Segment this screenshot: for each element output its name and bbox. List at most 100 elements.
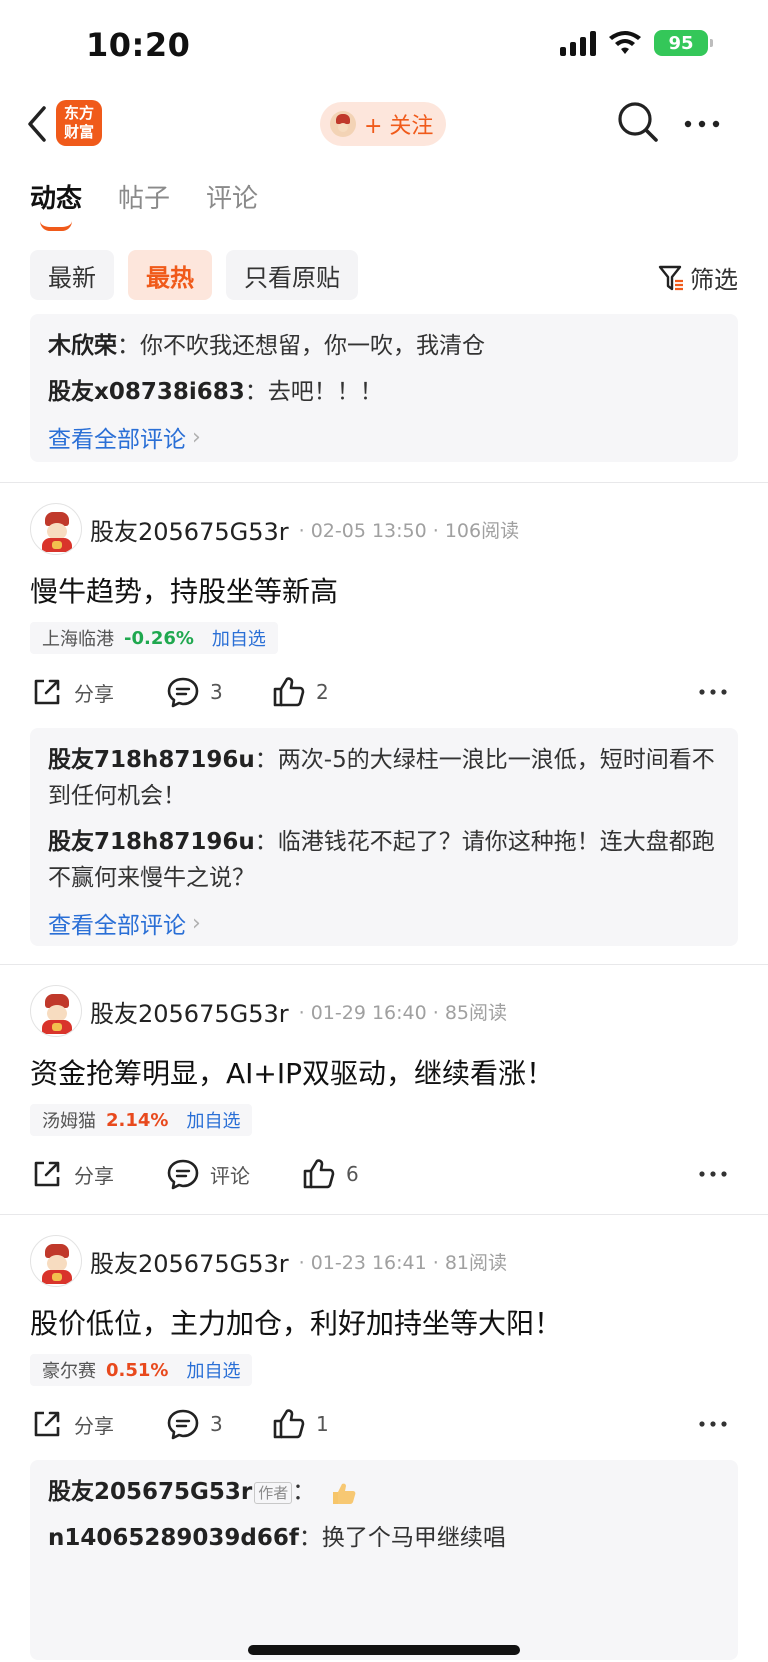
follow-avatar <box>330 111 356 137</box>
post-actions: 分享 评论 6 <box>30 1154 738 1194</box>
share-button[interactable]: 分享 <box>30 1404 114 1444</box>
view-all-label: 查看全部评论 <box>48 427 186 453</box>
wifi-icon <box>609 31 641 54</box>
comment-user[interactable]: 木欣荣 <box>48 333 117 359</box>
nav-bar: 东方 财富 + 关注 <box>0 92 768 156</box>
share-label: 分享 <box>74 681 114 706</box>
comment-user[interactable]: n14065289039d66f <box>48 1525 299 1551</box>
view-all-comments-link[interactable]: 查看全部评论 › <box>48 420 720 454</box>
app-logo-line1: 东方 <box>63 104 94 122</box>
comment-label: 评论 <box>210 1163 250 1188</box>
follow-button[interactable]: + 关注 <box>320 102 446 146</box>
battery-icon: 95 <box>654 30 713 56</box>
divider <box>0 482 768 483</box>
comment-button[interactable]: 评论 <box>166 1154 250 1194</box>
chip-original-only[interactable]: 只看原贴 <box>226 250 358 300</box>
status-time: 10:20 <box>86 26 191 64</box>
comment-user[interactable]: 股友718h87196u <box>48 829 255 855</box>
post-username[interactable]: 股友205675G53r <box>90 994 289 1029</box>
filter-chips: 最新 最热 只看原贴 <box>30 250 358 300</box>
comment-user[interactable]: 股友718h87196u <box>48 747 255 773</box>
share-label: 分享 <box>74 1413 114 1438</box>
post-card: 股友205675G53r · 02-05 13:50 · 106阅读 慢牛趋势，… <box>0 502 768 972</box>
comment-line: 股友x08738i683：去吧！！！ <box>48 374 720 410</box>
comment-button[interactable]: 3 <box>166 1404 223 1444</box>
like-count: 6 <box>346 1162 359 1186</box>
like-count: 2 <box>316 680 329 704</box>
stock-tag[interactable]: 汤姆猫 2.14% 加自选 <box>30 1104 253 1136</box>
stock-change: 2.14% <box>106 1109 169 1131</box>
comment-icon <box>167 1409 199 1440</box>
share-label: 分享 <box>74 1163 114 1188</box>
tab-label: 动态 <box>30 184 83 214</box>
tab-posts[interactable]: 帖子 <box>118 178 170 215</box>
comment-preview-box: 木欣荣：你不吹我还想留，你一吹，我清仓 股友x08738i683：去吧！！！ 查… <box>30 314 738 462</box>
post-card: 股友205675G53r · 01-29 16:40 · 85阅读 资金抢筹明显… <box>0 984 768 1214</box>
divider <box>0 1214 768 1215</box>
app-logo-line2: 财富 <box>63 123 94 141</box>
add-watchlist-button[interactable]: 加自选 <box>186 1107 240 1133</box>
more-options-icon[interactable] <box>680 114 724 134</box>
post-title[interactable]: 慢牛趋势，持股坐等新高 <box>30 570 338 610</box>
post-card: 股友205675G53r · 01-23 16:41 · 81阅读 股价低位，主… <box>0 1234 768 1660</box>
comment-text: ：你不吹我还想留，你一吹，我清仓 <box>117 333 485 359</box>
post-header: 股友205675G53r · 01-29 16:40 · 85阅读 <box>30 984 507 1038</box>
comment-count: 3 <box>210 680 223 704</box>
thumbs-up-emoji-icon <box>332 1483 355 1504</box>
post-meta: · 02-05 13:50 · 106阅读 <box>298 519 520 542</box>
comment-text: ： <box>292 1479 316 1505</box>
comment-user[interactable]: 股友205675G53r <box>48 1479 252 1505</box>
status-icons: 95 <box>560 30 713 56</box>
tab-dynamics[interactable]: 动态 <box>30 178 83 231</box>
comment-preview-box: 股友718h87196u：两次-5的大绿柱一浪比一浪低，短时间看不到任何机会！ … <box>30 728 738 946</box>
stock-change: -0.26% <box>124 627 194 649</box>
comment-line: 股友718h87196u：两次-5的大绿柱一浪比一浪低，短时间看不到任何机会！ <box>48 742 720 814</box>
stock-name: 豪尔赛 <box>42 1361 96 1382</box>
add-watchlist-button[interactable]: 加自选 <box>186 1357 240 1383</box>
more-options-icon[interactable] <box>698 1412 728 1436</box>
post-meta: · 01-23 16:41 · 81阅读 <box>298 1251 508 1274</box>
stock-tag[interactable]: 上海临港 -0.26% 加自选 <box>30 622 278 654</box>
chip-hottest[interactable]: 最热 <box>128 250 212 300</box>
post-header: 股友205675G53r · 01-23 16:41 · 81阅读 <box>30 1234 507 1288</box>
post-username[interactable]: 股友205675G53r <box>90 1244 289 1279</box>
thumbs-up-icon <box>273 677 305 707</box>
share-button[interactable]: 分享 <box>30 1154 114 1194</box>
like-button[interactable]: 2 <box>272 672 329 712</box>
comment-user[interactable]: 股友x08738i683 <box>48 379 245 405</box>
comment-text: ：去吧！！！ <box>244 379 383 405</box>
like-count: 1 <box>316 1412 329 1436</box>
filter-label: 筛选 <box>690 266 738 294</box>
add-watchlist-button[interactable]: 加自选 <box>212 625 266 651</box>
post-actions: 分享 3 1 <box>30 1404 738 1444</box>
avatar[interactable] <box>30 503 82 555</box>
post-username[interactable]: 股友205675G53r <box>90 512 289 547</box>
view-all-comments-link[interactable]: 查看全部评论 › <box>48 906 720 940</box>
chip-latest[interactable]: 最新 <box>30 250 114 300</box>
post-meta: · 01-29 16:40 · 85阅读 <box>298 1001 508 1024</box>
post-title[interactable]: 资金抢筹明显，AI+IP双驱动，继续看涨！ <box>30 1052 554 1092</box>
search-icon[interactable] <box>616 100 660 144</box>
share-button[interactable]: 分享 <box>30 672 114 712</box>
thumbs-up-icon <box>273 1409 305 1439</box>
post-title[interactable]: 股价低位，主力加仓，利好加持坐等大阳！ <box>30 1302 562 1342</box>
comment-line: 股友205675G53r 作者： <box>48 1474 720 1510</box>
author-badge: 作者 <box>254 1481 293 1504</box>
tab-comments[interactable]: 评论 <box>206 178 258 215</box>
avatar[interactable] <box>30 985 82 1037</box>
more-options-icon[interactable] <box>698 680 728 704</box>
chevron-right-icon: › <box>192 910 201 936</box>
filter-button[interactable]: 筛选 <box>658 260 738 295</box>
cellular-signal-icon <box>560 30 596 56</box>
comment-count: 3 <box>210 1412 223 1436</box>
comment-line: 股友718h87196u：临港钱花不起了？请你这种拖！连大盘都跑不赢何来慢牛之说… <box>48 824 720 896</box>
like-button[interactable]: 1 <box>272 1404 329 1444</box>
post-actions: 分享 3 2 <box>30 672 738 712</box>
comment-button[interactable]: 3 <box>166 672 223 712</box>
like-button[interactable]: 6 <box>302 1154 359 1194</box>
comment-line: 木欣荣：你不吹我还想留，你一吹，我清仓 <box>48 328 720 364</box>
stock-tag[interactable]: 豪尔赛 0.51% 加自选 <box>30 1354 253 1386</box>
more-options-icon[interactable] <box>698 1162 728 1186</box>
divider <box>0 964 768 965</box>
avatar[interactable] <box>30 1235 82 1287</box>
